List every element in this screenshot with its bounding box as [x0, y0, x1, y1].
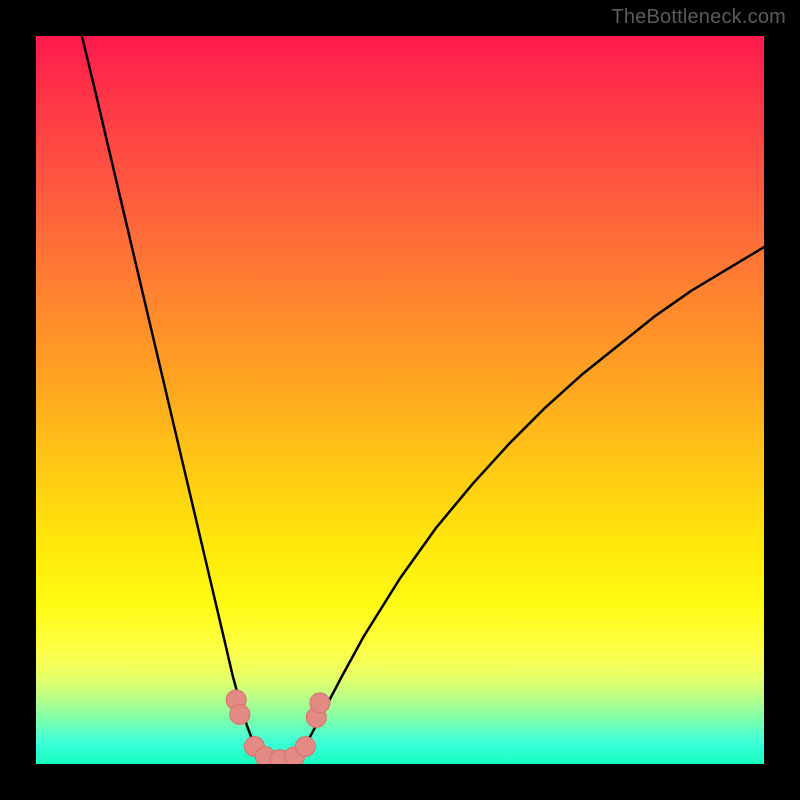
data-marker: [230, 705, 250, 725]
bottleneck-curve: [36, 36, 764, 764]
data-marker: [295, 737, 315, 757]
data-marker: [310, 693, 330, 713]
watermark-text: TheBottleneck.com: [611, 6, 786, 29]
plot-area: [36, 36, 764, 764]
curve-path: [82, 36, 764, 763]
chart-frame: TheBottleneck.com: [0, 0, 800, 800]
